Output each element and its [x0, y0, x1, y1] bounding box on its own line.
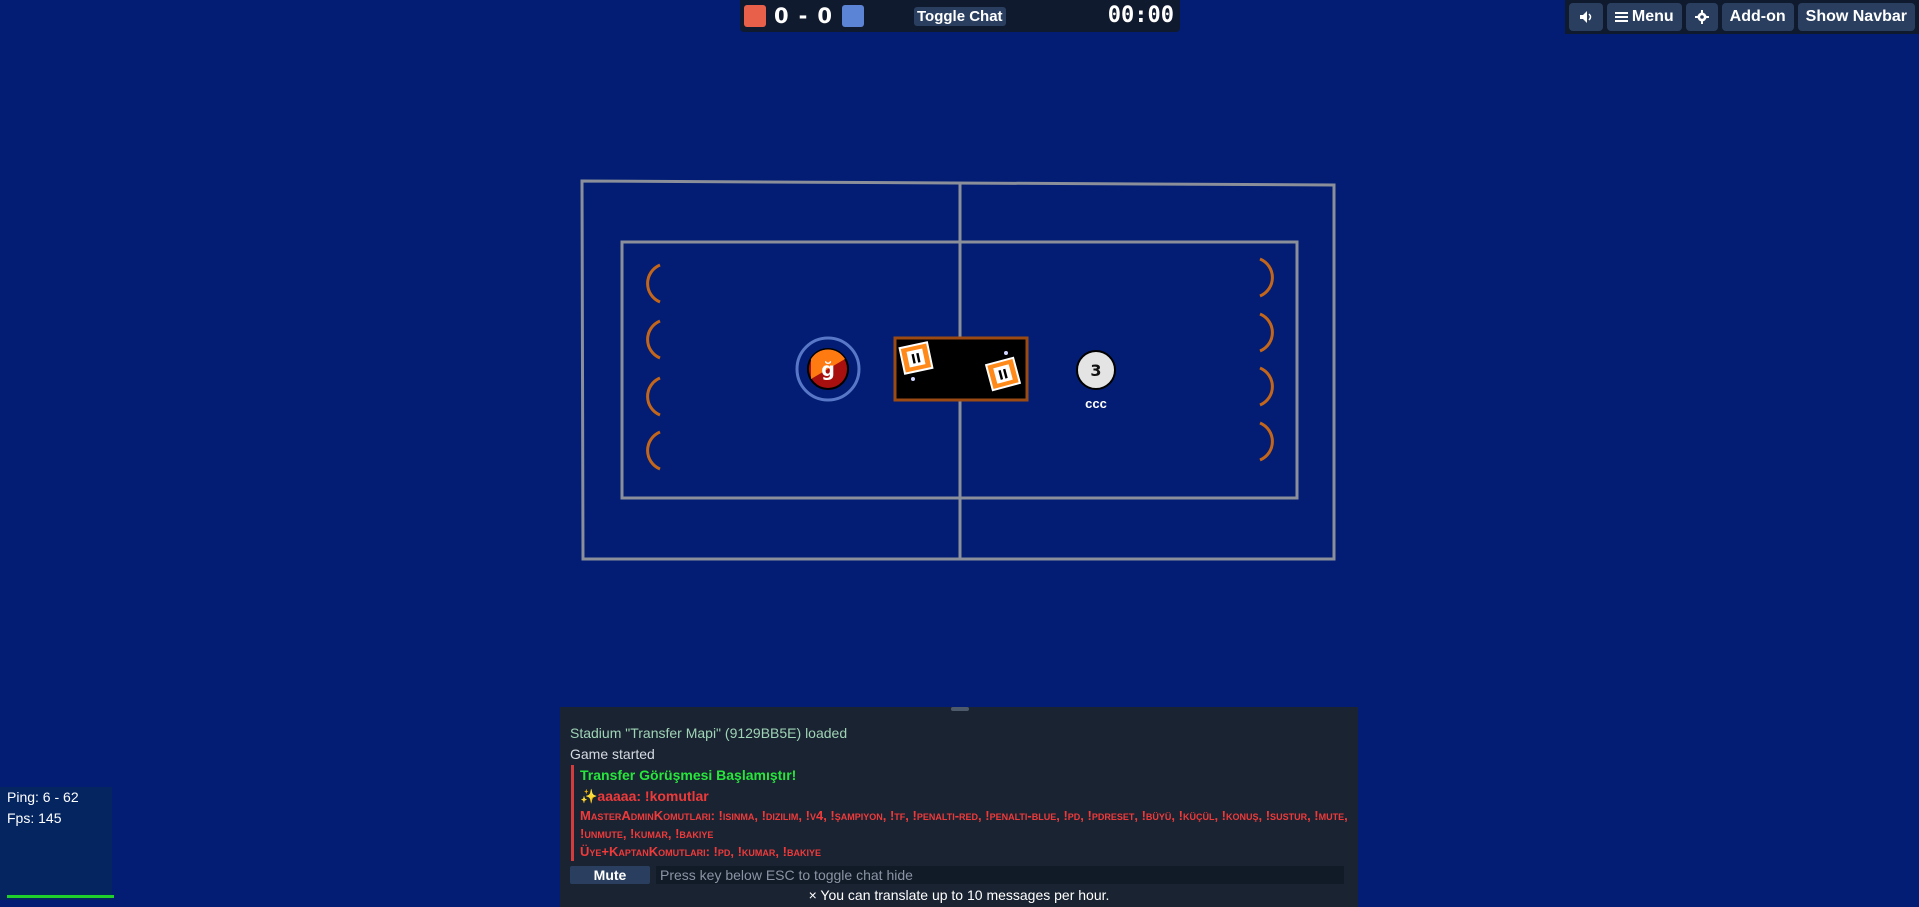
menu-button[interactable]: Menu [1606, 3, 1682, 31]
fps-readout: Fps: 145 [7, 810, 62, 826]
ball-player-avatar: 3 [1090, 361, 1101, 380]
chat-input[interactable] [656, 866, 1344, 884]
gear-icon [1694, 10, 1709, 24]
chat-log: Stadium "Transfer Mapi" (9129BB5E) loade… [570, 723, 1348, 861]
speaker-icon [1579, 11, 1592, 23]
ping-readout: Ping: 6 - 62 [7, 789, 79, 805]
stats-panel: Ping: 6 - 62 Fps: 145 [0, 787, 114, 900]
top-nav: Menu Add-on Show Navbar [1564, 0, 1919, 34]
sound-button[interactable] [1568, 3, 1603, 31]
chat-announcement: Üye+KaptanKomutları: !pd, !kumar, !bakiy… [571, 843, 1348, 861]
addon-button[interactable]: Add-on [1721, 3, 1794, 31]
blue-team-indicator [841, 5, 864, 27]
scoreboard: 0 - 0 Toggle Chat 00:00 [740, 0, 1180, 32]
chat-panel: Stadium "Transfer Mapi" (9129BB5E) loade… [560, 707, 1358, 907]
center-box-player-left: II [898, 341, 934, 375]
chat-announcement: MasterAdminKomutları: !ısınma, !dizilim,… [571, 807, 1348, 843]
score-separator: - [798, 4, 808, 28]
chat-announcement: ✨aaaaa: !komutlar [571, 786, 1348, 807]
left-goal-arcs [646, 263, 661, 471]
right-goal-arcs [1259, 257, 1274, 462]
ball-player-name: ccc [1085, 396, 1107, 411]
mute-button[interactable]: Mute [570, 866, 650, 884]
hamburger-icon [1614, 12, 1628, 22]
chat-input-row: Mute [570, 866, 1344, 884]
red-player-avatar: ğ [821, 359, 835, 381]
blue-score: 0 [817, 4, 832, 28]
match-timer: 00:00 [1107, 3, 1174, 28]
chat-message: Game started [570, 746, 655, 762]
settings-button[interactable] [1685, 3, 1718, 31]
menu-label: Menu [1631, 8, 1674, 25]
red-team-indicator [744, 5, 766, 27]
red-score: 0 [774, 4, 789, 28]
chat-message: Stadium "Transfer Mapi" (9129BB5E) loade… [570, 725, 848, 741]
fps-graph [7, 895, 114, 898]
translate-notice: × You can translate up to 10 messages pe… [808, 887, 1110, 903]
chat-announcement: Transfer Görüşmesi Başlamıştır! [571, 765, 1348, 786]
show-navbar-button[interactable]: Show Navbar [1797, 3, 1915, 31]
toggle-chat-button[interactable]: Toggle Chat [914, 7, 1006, 26]
chat-resize-handle[interactable] [951, 707, 969, 711]
